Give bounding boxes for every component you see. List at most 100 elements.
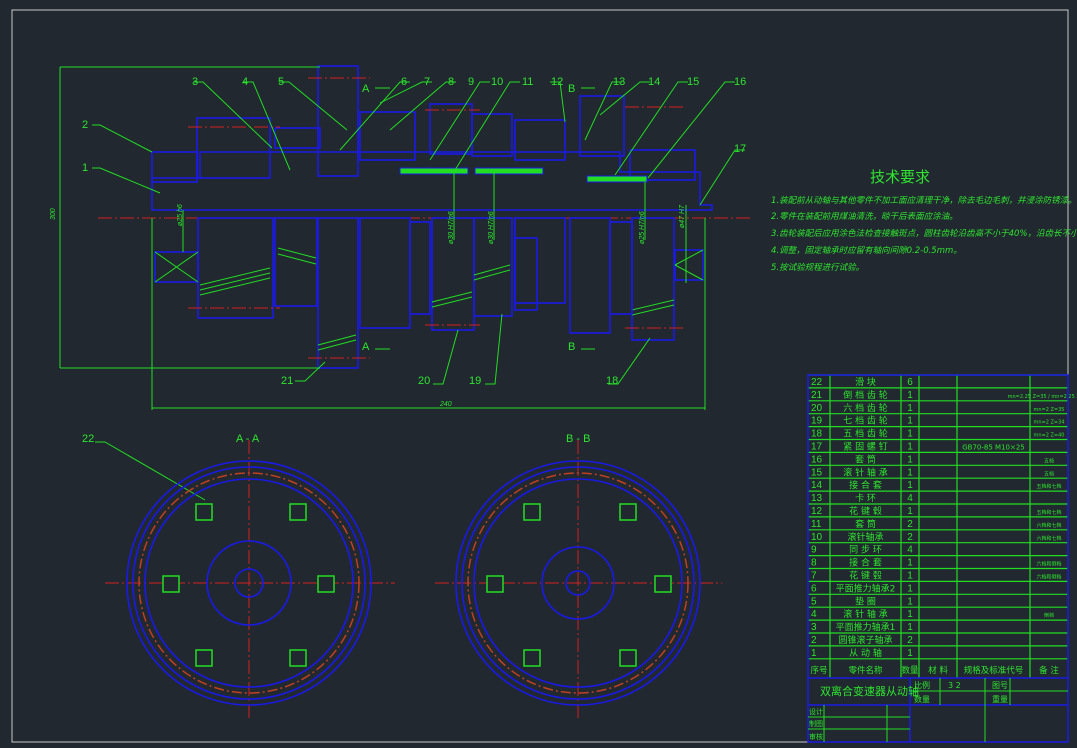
leader-label: 8 (448, 76, 454, 88)
tech-requirement-item: 1.装配前从动轴与其他零件不加工面应清理干净，除去毛边毛刺，并浸涂防锈漆。 (771, 195, 1077, 206)
bom-cell-name: 接 合 套 (849, 557, 882, 569)
bom-cell-name: 接 合 套 (849, 479, 882, 491)
bom-cell-note: 六档和倒档 (1036, 561, 1061, 568)
bom-cell-qty: 1 (907, 467, 913, 478)
bom-cell-note: mn=2 Z=35 (1034, 407, 1065, 413)
table-row: 7 花 键 毂 1 六档和倒档 (811, 570, 1062, 582)
bom-cell-qty: 2 (907, 532, 913, 543)
leader-label: 6 (401, 76, 407, 88)
bom-header-no: 序号 (810, 665, 827, 676)
bom-cell-note: 五档 (1044, 457, 1054, 464)
checked-label: 审核 (809, 732, 823, 741)
bom-cell-qty: 1 (907, 480, 913, 491)
weight-label: 重量 (992, 694, 1008, 704)
bom-cell-note: mn=2.25 Z=35 / mn=2.25 Z=38 (1008, 394, 1077, 400)
tech-requirement-item: 3.齿轮装配后应用涂色法检查接触斑点，圆柱齿轮沿齿高不小于40%，沿齿长不小于5… (771, 228, 1077, 239)
dimension-length: 240 (439, 401, 452, 408)
bom-cell-qty: 1 (907, 390, 913, 401)
bom-cell-qty: 1 (907, 596, 913, 607)
bom-cell-name: 滚 针 轴 承 (843, 466, 888, 478)
bom-cell-standard: GB70-85 M10×25 (962, 444, 1025, 452)
table-row: 1 从 动 轴 1 (811, 647, 913, 659)
dimension-d5: ø47 H7 (679, 204, 686, 228)
technical-requirements: 技术要求 1.装配前从动轴与其他零件不加工面应清理干净，除去毛边毛刺，并浸涂防锈… (771, 168, 1077, 273)
table-row: 5 垫 圈 1 (811, 595, 913, 607)
cad-drawing-canvas: 300 240 ø25 h6 ø30 H7/n6 ø30 H7/n6 ø25 H… (11, 9, 1077, 743)
section-mark-a-top: A (362, 83, 370, 95)
bom-cell-name: 套 筒 (855, 453, 876, 465)
table-row: 4 滚 针 轴 承 1 倒档 (811, 608, 1054, 620)
bom-cell-note: 五档 (1044, 470, 1054, 477)
leader-label: 18 (606, 375, 618, 387)
bom-cell-name: 花 键 毂 (849, 570, 882, 582)
bom-cell-qty: 1 (907, 583, 913, 594)
leader-label: 5 (278, 76, 284, 88)
reverse-gear-upper (317, 65, 359, 177)
bom-cell-note: 六档和倒档 (1036, 574, 1061, 581)
quantity-label: 数量 (914, 694, 930, 704)
table-row: 13 卡 环 4 (811, 492, 913, 504)
bom-cell-qty: 1 (907, 558, 913, 569)
bom-cell-qty: 2 (907, 635, 913, 646)
bom-cell-name: 垫 圈 (855, 595, 876, 607)
bom-cell-no: 15 (811, 467, 823, 478)
drawing-number-label: 图号 (992, 681, 1008, 690)
dimension-d1: ø25 h6 (177, 204, 184, 226)
table-header-row: 序号 零件名称 数量材 料 规格及标准代号 备 注 (810, 665, 1059, 676)
dimension-d3: ø30 H7/n6 (488, 211, 495, 244)
table-row: 6 平面推力轴承2 1 (811, 582, 913, 594)
table-row: 17 紧 固 螺 钉 1 GB70-85 M10×25 (811, 442, 1025, 453)
table-row: 2 圆锥滚子轴承 2 (811, 634, 913, 646)
bom-cell-note: 倒档 (1044, 612, 1054, 619)
bom-cell-no: 8 (811, 558, 817, 569)
bom-header-material: 材 料 (928, 665, 948, 676)
dimension-height: 300 (50, 208, 57, 220)
bom-cell-no: 1 (811, 648, 817, 659)
bom-cell-qty: 1 (907, 609, 913, 620)
tech-requirement-item: 2.零件在装配前用煤油清洗，晾干后表面应涂油。 (771, 211, 958, 222)
bom-cell-name: 滚针轴承 (847, 531, 883, 543)
bom-cell-name: 倒 档 齿 轮 (843, 389, 888, 401)
bom-cell-qty: 6 (907, 377, 913, 388)
leader-label: 11 (522, 76, 533, 88)
bom-cell-name: 紧 固 螺 钉 (843, 442, 888, 453)
table-row: 8 接 合 套 1 六档和倒档 (811, 557, 1062, 569)
bom-cell-no: 19 (811, 416, 823, 427)
leader-label: 15 (687, 76, 699, 88)
table-row: 12 花 键 毂 1 五档和七档 (811, 505, 1062, 517)
bom-cell-qty: 1 (907, 442, 913, 453)
bom-cell-name: 滚 针 轴 承 (843, 608, 888, 620)
bom-cell-qty: 1 (907, 648, 913, 659)
designed-label: 设计 (809, 707, 823, 716)
section-mark-b-top: B (568, 83, 575, 95)
table-row: 16 套 筒 1 五档 (811, 453, 1054, 465)
bom-cell-no: 7 (811, 571, 817, 582)
section-mark-b-bottom: B (568, 341, 575, 353)
bom-cell-qty: 1 (907, 403, 913, 414)
parts-list-table: 22滑 块6 2 1 倒 档 齿 轮 1 mn=2.25 Z=35 / mn=2.25 Z… (808, 374, 1077, 678)
table-row: 22 滑 块 6 (811, 376, 913, 388)
bom-cell-qty: 4 (907, 545, 913, 556)
bom-cell-no: 14 (811, 480, 823, 491)
section-view-a: A - A (105, 433, 395, 720)
leader-label: 7 (424, 76, 430, 88)
leader-label: 20 (418, 375, 430, 387)
table-row: 20 六 档 齿 轮 1 mn=2 Z=35 (811, 402, 1064, 414)
bom-header-name: 零件名称 (848, 665, 883, 676)
tech-requirement-item: 4.调整，固定轴承时应留有轴向间隙0.2-0.5mm。 (771, 245, 962, 256)
table-row: 9 同 步 环 4 (811, 545, 913, 556)
table-row: 19 七 档 齿 轮 1 mn=2 Z=34 (811, 415, 1064, 427)
bom-cell-name: 六 档 齿 轮 (843, 402, 888, 414)
bom-cell-no: 20 (811, 403, 823, 414)
table-row: 11 套 筒 2 六档和七档 (811, 518, 1062, 530)
bom-cell-qty: 1 (907, 416, 913, 427)
bom-cell-no: 22 (811, 377, 823, 388)
bom-cell-no: 10 (811, 532, 823, 543)
bom-cell-no: 18 (811, 429, 823, 440)
bom-cell-no: 6 (811, 583, 817, 594)
bom-cell-no: 17 (811, 442, 823, 453)
drawn-label: 制图 (809, 719, 823, 728)
scale-value: 3 2 (948, 681, 961, 690)
leader-label: 22 (82, 433, 94, 445)
leader-label: 9 (468, 76, 474, 88)
